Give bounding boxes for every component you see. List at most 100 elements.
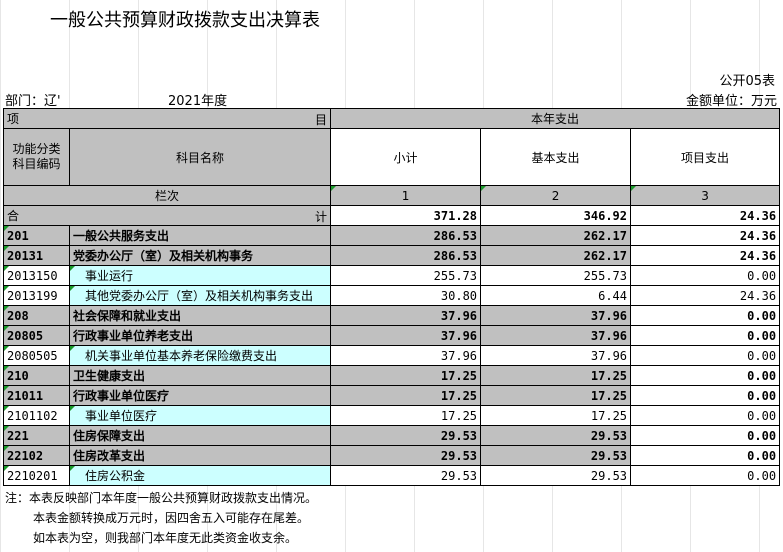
- department-label: 部门：辽': [5, 94, 61, 109]
- row-code: 20131: [3, 245, 70, 266]
- row-subtotal: 29.53: [330, 425, 482, 446]
- row-code: 2013199: [3, 285, 70, 306]
- row-subtotal: 255.73: [330, 265, 482, 286]
- row-code: 21011: [3, 385, 70, 406]
- row-project: 0.00: [630, 305, 781, 326]
- row-subtotal: 37.96: [330, 345, 482, 366]
- row-basic: 255.73: [480, 265, 632, 286]
- row-code: 210: [3, 365, 70, 386]
- row-code: 2210201: [3, 465, 70, 486]
- row-project: 0.00: [630, 345, 781, 366]
- header-project: 项目支出: [630, 128, 781, 186]
- row-name: 一般公共服务支出: [68, 225, 332, 246]
- row-subtotal: 29.53: [330, 445, 482, 466]
- row-name: 住房公积金: [68, 465, 332, 486]
- row-name: 行政事业单位养老支出: [68, 325, 332, 346]
- table-row: 221 住房保障支出 29.53 29.53 0.00: [3, 425, 781, 446]
- table-row: 2080505 机关事业单位基本养老保险缴费支出 37.96 37.96 0.00: [3, 345, 781, 366]
- row-subtotal: 286.53: [330, 225, 482, 246]
- row-basic: 262.17: [480, 245, 632, 266]
- row-code: 201: [3, 225, 70, 246]
- table-row: 2101102 事业单位医疗 17.25 17.25 0.00: [3, 405, 781, 426]
- row-basic: 37.96: [480, 325, 632, 346]
- row-code: 2101102: [3, 405, 70, 426]
- table-row: 20131 党委办公厅（室）及相关机构事务 286.53 262.17 24.36: [3, 245, 781, 266]
- table-row: 2210201 住房公积金 29.53 29.53 0.00: [3, 465, 781, 486]
- row-project: 0.00: [630, 385, 781, 406]
- row-project: 0.00: [630, 365, 781, 386]
- row-basic: 6.44: [480, 285, 632, 306]
- row-subtotal: 17.25: [330, 365, 482, 386]
- index-3: 3: [630, 185, 781, 206]
- row-code: 221: [3, 425, 70, 446]
- page-title: 一般公共预算财政拨款支出决算表: [50, 10, 320, 31]
- header-item-right: 目: [315, 113, 328, 127]
- row-name: 党委办公厅（室）及相关机构事务: [68, 245, 332, 266]
- header-index: 栏次: [2, 185, 332, 206]
- row-subtotal: 30.80: [330, 285, 482, 306]
- row-code: 22102: [3, 445, 70, 466]
- row-basic: 29.53: [480, 465, 632, 486]
- row-subtotal: 29.53: [330, 465, 482, 486]
- row-name: 事业运行: [68, 265, 332, 286]
- table-row: 21011 行政事业单位医疗 17.25 17.25 0.00: [3, 385, 781, 406]
- row-name: 卫生健康支出: [68, 365, 332, 386]
- row-subtotal: 17.25: [330, 405, 482, 426]
- header-basic: 基本支出: [480, 128, 632, 186]
- total-label-left: 合: [7, 209, 20, 223]
- row-name: 其他党委办公厅（室）及相关机构事务支出: [68, 285, 332, 306]
- total-label: 合 计: [2, 205, 332, 226]
- row-project: 0.00: [630, 465, 781, 486]
- form-number: 公开05表: [719, 74, 775, 89]
- row-project: 24.36: [630, 285, 781, 306]
- table-row: 2013150 事业运行 255.73 255.73 0.00: [3, 265, 781, 286]
- fiscal-year: 2021年度: [168, 94, 228, 109]
- row-project: 0.00: [630, 265, 781, 286]
- row-name: 行政事业单位医疗: [68, 385, 332, 406]
- row-subtotal: 37.96: [330, 325, 482, 346]
- row-basic: 262.17: [480, 225, 632, 246]
- total-basic: 346.92: [480, 205, 632, 226]
- row-subtotal: 37.96: [330, 305, 482, 326]
- row-code: 2080505: [3, 345, 70, 366]
- table-row: 208 社会保障和就业支出 37.96 37.96 0.00: [3, 305, 781, 326]
- row-basic: 37.96: [480, 345, 632, 366]
- row-subtotal: 17.25: [330, 385, 482, 406]
- table-row: 210 卫生健康支出 17.25 17.25 0.00: [3, 365, 781, 386]
- row-project: 0.00: [630, 325, 781, 346]
- table-row: 201 一般公共服务支出 286.53 262.17 24.36: [3, 225, 781, 246]
- index-1: 1: [330, 185, 482, 206]
- row-project: 0.00: [630, 405, 781, 426]
- row-basic: 29.53: [480, 425, 632, 446]
- row-code: 20805: [3, 325, 70, 346]
- row-basic: 37.96: [480, 305, 632, 326]
- total-subtotal: 371.28: [330, 205, 482, 226]
- header-item-left: 项: [7, 112, 20, 126]
- note-1: 注：本表反映部门本年度一般公共预算财政拨款支出情况。: [5, 491, 318, 505]
- row-name: 事业单位医疗: [68, 405, 332, 426]
- row-name: 机关事业单位基本养老保险缴费支出: [68, 345, 332, 366]
- header-name: 科目名称: [68, 128, 332, 186]
- table-row: 2013199 其他党委办公厅（室）及相关机构事务支出 30.80 6.44 24.36: [3, 285, 781, 306]
- amount-unit: 金额单位：万元: [685, 94, 777, 109]
- row-basic: 17.25: [480, 405, 632, 426]
- table-row: 22102 住房改革支出 29.53 29.53 0.00: [3, 445, 781, 466]
- row-basic: 17.25: [480, 385, 632, 406]
- header-item-cell: 项 目: [2, 108, 332, 129]
- note-2: 本表金额转换成万元时，因四舍五入可能存在尾差。: [33, 511, 310, 525]
- row-name: 社会保障和就业支出: [68, 305, 332, 326]
- row-project: 24.36: [630, 225, 781, 246]
- table-row: 20805 行政事业单位养老支出 37.96 37.96 0.00: [3, 325, 781, 346]
- header-subtotal: 小计: [330, 128, 482, 186]
- note-3: 如本表为空，则我部门本年度无此类资金收支余。: [33, 531, 298, 545]
- header-group: 本年支出: [330, 108, 781, 129]
- row-code: 2013150: [3, 265, 70, 286]
- row-project: 0.00: [630, 425, 781, 446]
- row-basic: 17.25: [480, 365, 632, 386]
- row-name: 住房改革支出: [68, 445, 332, 466]
- notes: 注：本表反映部门本年度一般公共预算财政拨款支出情况。 本表金额转换成万元时，因四…: [5, 488, 317, 548]
- index-2: 2: [480, 185, 632, 206]
- header-code: 功能分类 科目编码: [3, 128, 70, 186]
- row-code: 208: [3, 305, 70, 326]
- total-label-right: 计: [315, 210, 328, 224]
